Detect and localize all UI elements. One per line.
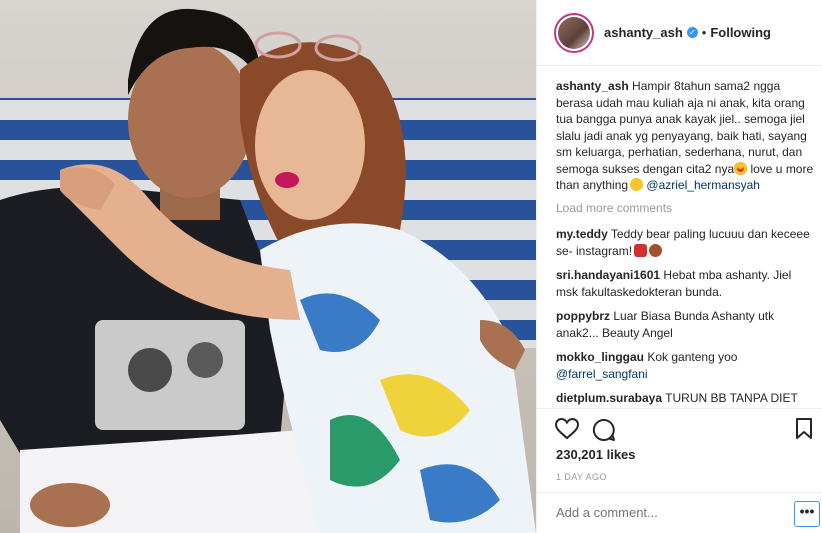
kiss-face-emoji-icon [630,178,644,191]
heart-eyes-emoji-icon [734,161,748,175]
caption-mention[interactable]: @azriel_hermansyah [646,178,760,192]
author-username[interactable]: ashanty_ash [604,25,683,40]
add-comment-input[interactable] [556,505,776,520]
bear-emoji-icon [649,243,663,257]
comment-text: Kok ganteng yoo [647,350,738,364]
comment-username[interactable]: mokko_linggau [556,350,644,364]
action-bar [537,408,822,448]
photo-illustration [0,0,536,533]
following-button[interactable]: Following [710,25,771,40]
comments-list: ashanty_ash Hampir 8tahun sama2 ngga ber… [556,78,816,408]
caption-username[interactable]: ashanty_ash [556,79,629,93]
avatar[interactable] [554,12,594,53]
likes-count[interactable]: 230,201 likes [556,447,636,462]
caption: ashanty_ash Hampir 8tahun sama2 ngga ber… [556,78,816,194]
post-details-pane: ashanty_ash ✓ • Following ashanty_ash Ha… [536,0,822,533]
instagram-post: ashanty_ash ✓ • Following ashanty_ash Ha… [0,0,822,533]
more-options-button[interactable]: ••• [794,501,820,527]
add-comment-bar: ••• [537,492,822,533]
bookmark-icon[interactable] [795,418,813,440]
comment-mention[interactable]: @farrel_sangfani [556,366,816,383]
load-more-comments-link[interactable]: Load more comments [556,200,816,217]
post-timestamp[interactable]: 1 DAY AGO [556,472,607,482]
comment-text: TURUN BB TANPA DIET [665,391,798,405]
heart-emoji-icon [634,243,648,257]
comment-username[interactable]: poppybrz [556,309,610,323]
header-separator: • [701,25,707,40]
comment-item: dietplum.surabaya TURUN BB TANPA DIET [556,390,816,408]
heart-outline-icon[interactable] [555,418,579,440]
post-photo[interactable] [0,0,536,533]
comment-username[interactable]: my.teddy [556,227,608,241]
comment-username[interactable]: dietplum.surabaya [556,391,662,405]
comment-item: poppybrz Luar Biasa Bunda Ashanty utk an… [556,308,816,341]
comment-item: sri.handayani1601 Hebat mba ashanty. Jie… [556,267,816,300]
speech-bubble-icon[interactable] [592,418,616,442]
comment-username[interactable]: sri.handayani1601 [556,268,660,282]
comment-item: my.teddy Teddy bear paling lucuuu dan ke… [556,226,816,259]
comment-item: mokko_linggau Kok ganteng yoo @farrel_sa… [556,349,816,382]
post-header: ashanty_ash ✓ • Following [537,0,822,66]
verified-badge-icon: ✓ [686,27,698,38]
